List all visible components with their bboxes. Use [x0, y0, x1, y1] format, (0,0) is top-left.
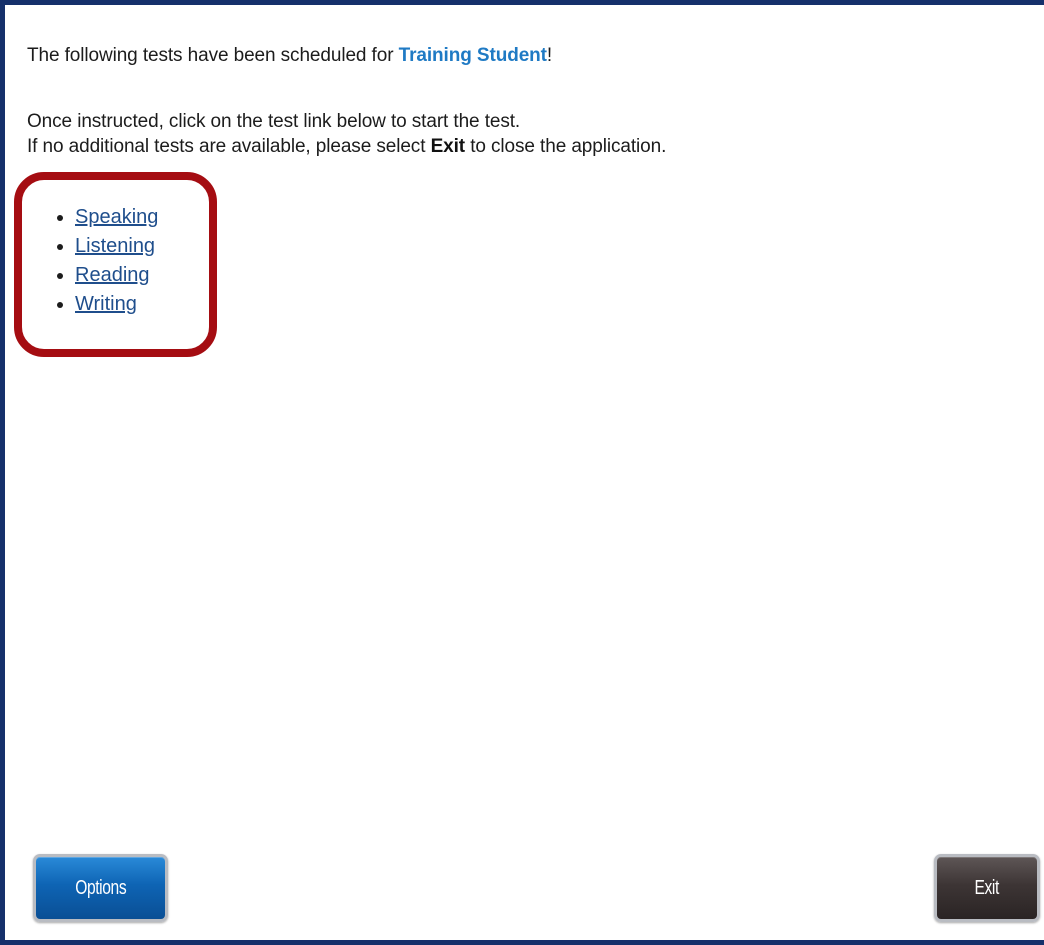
instruction-line-1: Once instructed, click on the test link …	[27, 111, 521, 132]
exit-button-label: Exit	[974, 876, 1000, 899]
app-window: The following tests have been scheduled …	[0, 0, 1044, 945]
writing-test-link[interactable]: Writing	[75, 293, 137, 315]
list-item: Writing	[75, 290, 158, 319]
exit-keyword: Exit	[430, 136, 466, 157]
intro-prefix: The following tests have been scheduled …	[27, 45, 399, 66]
test-link-list: Speaking Listening Reading Writing	[55, 203, 158, 319]
list-item: Reading	[75, 261, 158, 290]
list-item: Listening	[75, 232, 158, 261]
speaking-test-link[interactable]: Speaking	[75, 206, 158, 228]
instruction-line-2-suffix: to close the application.	[465, 136, 667, 157]
student-name: Training Student	[398, 45, 547, 66]
intro-suffix: !	[546, 45, 553, 66]
list-item: Speaking	[75, 203, 158, 232]
scheduled-tests-intro: The following tests have been scheduled …	[27, 45, 552, 67]
instructions-text: Once instructed, click on the test link …	[27, 109, 666, 159]
options-button[interactable]: Options	[33, 854, 168, 922]
instruction-line-2-prefix: If no additional tests are available, pl…	[27, 136, 431, 157]
listening-test-link[interactable]: Listening	[75, 235, 155, 257]
reading-test-link[interactable]: Reading	[75, 264, 150, 286]
exit-button[interactable]: Exit	[934, 854, 1040, 922]
options-button-label: Options	[74, 876, 127, 899]
instruction-line-2: If no additional tests are available, pl…	[27, 134, 666, 159]
